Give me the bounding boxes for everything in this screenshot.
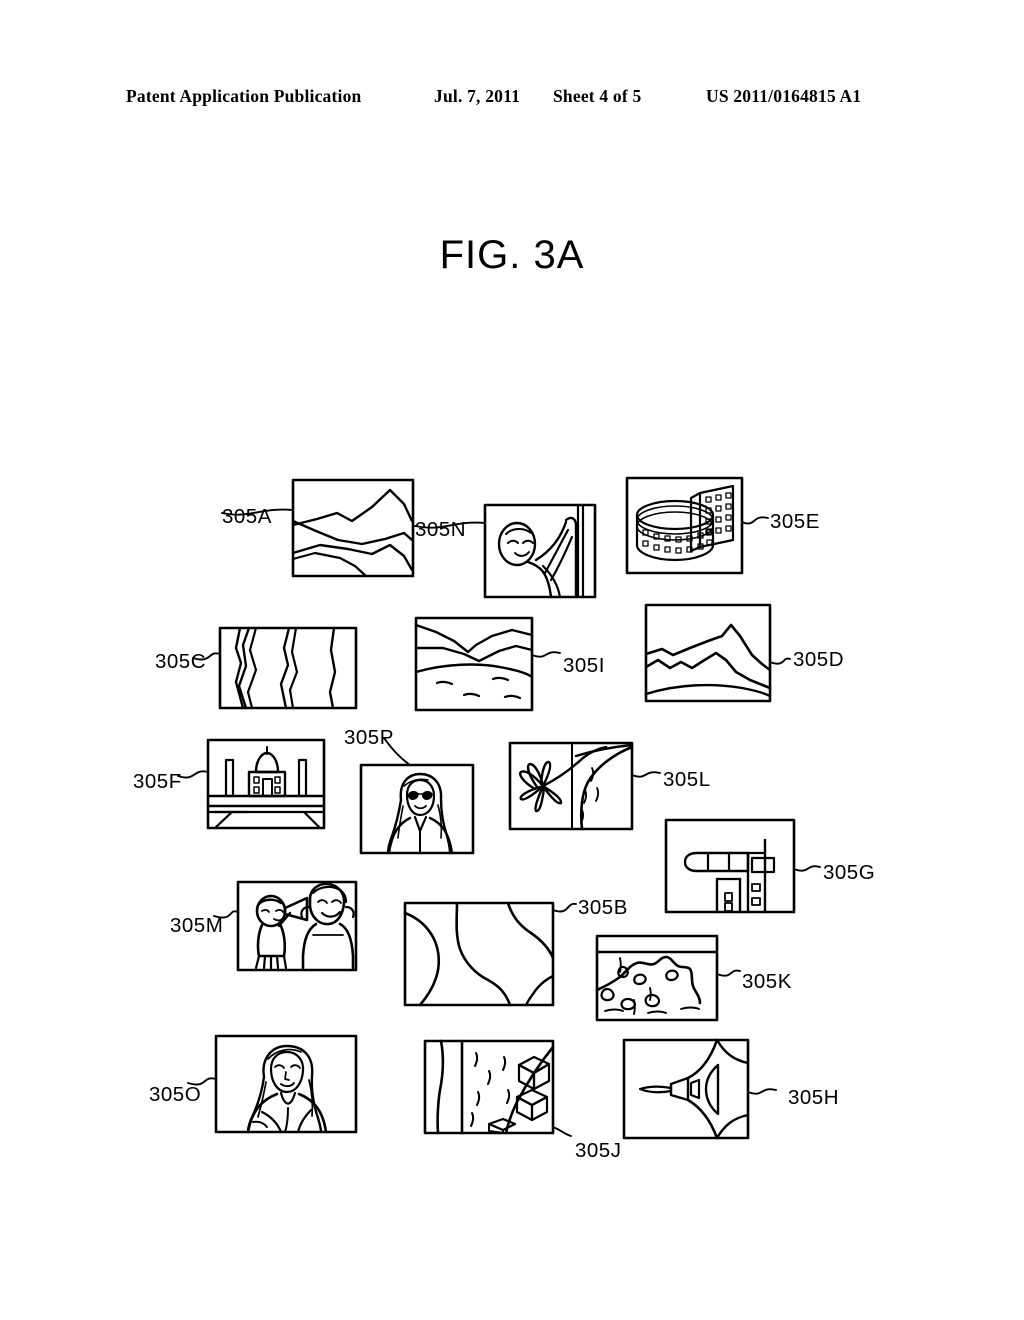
ref-label-305M: 305M bbox=[170, 914, 224, 937]
ref-label-305O: 305O bbox=[149, 1083, 202, 1106]
ref-label-305H: 305H bbox=[788, 1086, 840, 1109]
ref-label-305P: 305P bbox=[344, 726, 394, 749]
thumbnail-305D bbox=[644, 603, 772, 703]
thumbnail-305B bbox=[403, 901, 555, 1007]
thumbnail-305A bbox=[291, 478, 415, 578]
thumbnail-305C bbox=[218, 626, 358, 710]
ref-label-305D: 305D bbox=[793, 648, 845, 671]
thumbnail-305J bbox=[423, 1039, 555, 1135]
figure-drawing-area: 305A 305N 305E 305C 305I 305D 305F 305P … bbox=[0, 0, 1024, 1320]
thumbnail-305N bbox=[483, 503, 597, 599]
thumbnail-305L bbox=[508, 741, 634, 831]
ref-label-305L: 305L bbox=[663, 768, 711, 791]
ref-label-305N: 305N bbox=[415, 518, 467, 541]
thumbnail-305O bbox=[214, 1034, 358, 1134]
patent-drawing-sheet: Patent Application Publication Jul. 7, 2… bbox=[0, 0, 1024, 1320]
thumbnail-305G bbox=[664, 818, 796, 914]
ref-label-305F: 305F bbox=[133, 770, 182, 793]
thumbnail-305F bbox=[206, 738, 326, 830]
ref-label-305K: 305K bbox=[742, 970, 792, 993]
thumbnail-305E bbox=[625, 476, 744, 575]
thumbnail-305I bbox=[414, 616, 534, 712]
ref-label-305E: 305E bbox=[770, 510, 820, 533]
ref-label-305C: 305C bbox=[155, 650, 207, 673]
ref-label-305I: 305I bbox=[563, 654, 605, 677]
thumbnail-305K bbox=[595, 934, 719, 1022]
ref-label-305G: 305G bbox=[823, 861, 876, 884]
ref-label-305J: 305J bbox=[575, 1139, 622, 1162]
thumbnail-305M bbox=[236, 880, 358, 972]
thumbnail-305P bbox=[359, 763, 475, 855]
thumbnail-305H bbox=[622, 1038, 750, 1140]
ref-label-305B: 305B bbox=[578, 896, 628, 919]
ref-label-305A: 305A bbox=[222, 505, 272, 528]
thumbnail-artwork-layer bbox=[177, 476, 821, 1140]
